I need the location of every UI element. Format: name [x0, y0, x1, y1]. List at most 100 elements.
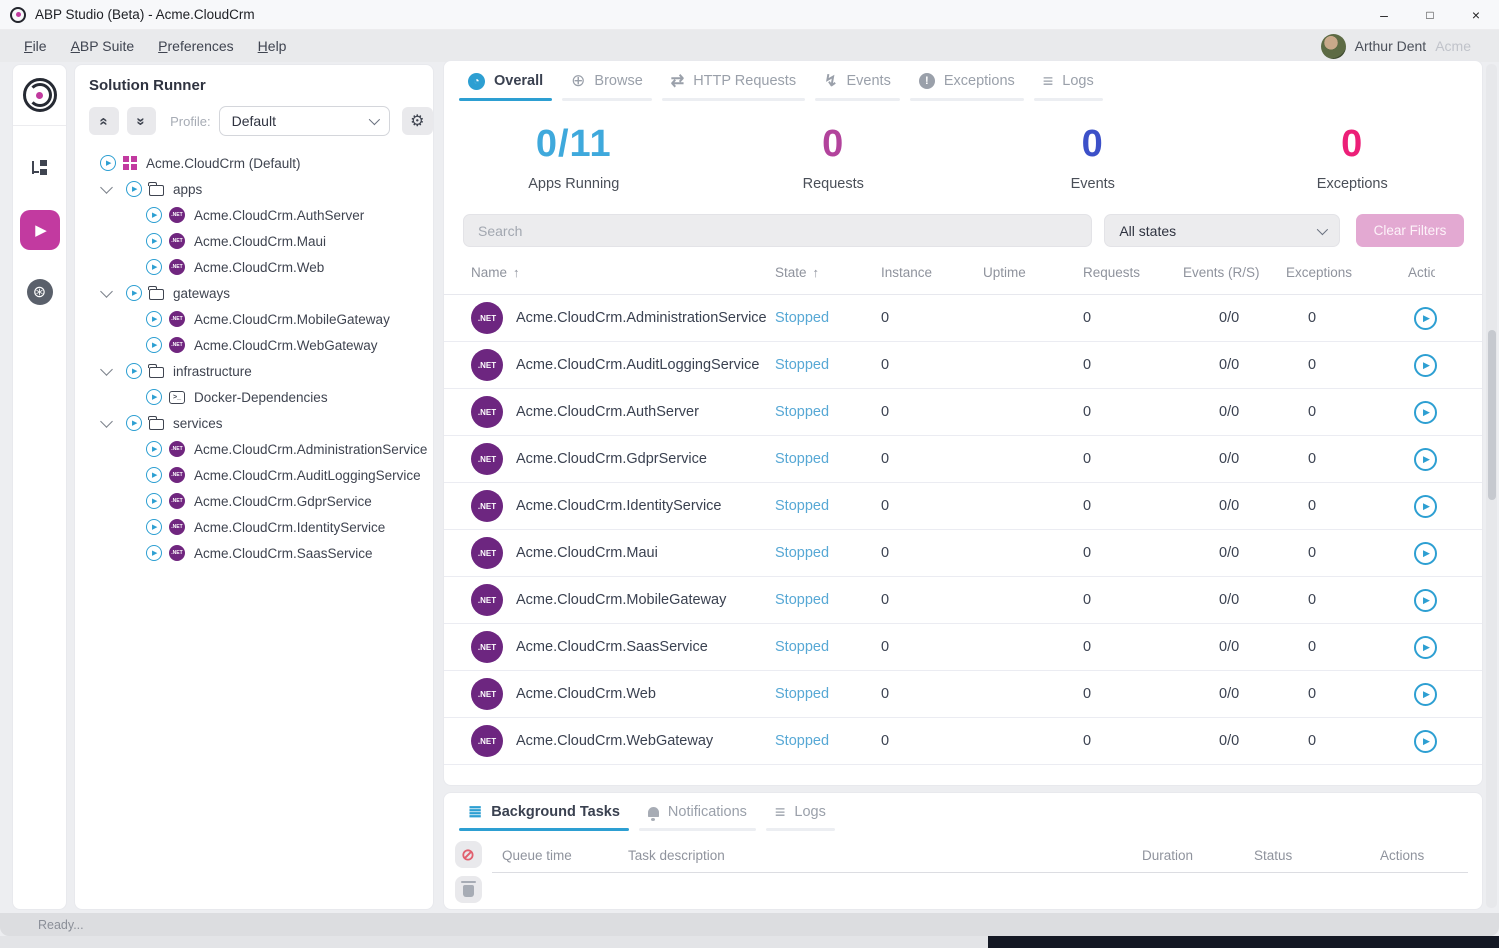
tree-item-acme-cloudcrm-auditloggingservice[interactable]: Acme.CloudCrm.AuditLoggingService — [89, 462, 433, 488]
filter-row: All states Clear Filters — [463, 214, 1464, 247]
menu-preferences[interactable]: Preferences — [158, 38, 234, 54]
collapse-all-button[interactable] — [89, 107, 119, 135]
menu-help[interactable]: Help — [258, 38, 287, 54]
column-instance[interactable]: Instance — [881, 265, 983, 280]
minimize-button[interactable]: – — [1361, 0, 1407, 29]
scrollbar-thumb[interactable] — [1488, 330, 1496, 500]
kubernetes-button[interactable] — [20, 272, 60, 312]
service-instance: 0 — [881, 733, 983, 749]
start-service-button[interactable] — [1414, 542, 1437, 565]
play-circle-icon[interactable] — [126, 181, 142, 197]
play-circle-icon[interactable] — [146, 233, 162, 249]
menu-abp-suite[interactable]: ABP Suite — [71, 38, 135, 54]
maximize-button[interactable]: □ — [1407, 0, 1453, 29]
tasks-table: Queue time Task description Duration Sta… — [492, 839, 1468, 903]
play-circle-icon[interactable] — [126, 415, 142, 431]
tab-logs[interactable]: Logs — [1029, 61, 1108, 101]
profile-value: Default — [232, 113, 276, 129]
start-service-button[interactable] — [1414, 307, 1437, 330]
solution-runner-button[interactable] — [20, 210, 60, 250]
start-service-button[interactable] — [1414, 495, 1437, 518]
service-row-acme-cloudcrm-webgateway[interactable]: Acme.CloudCrm.WebGateway Stopped 0 0 0/0… — [444, 718, 1482, 765]
tree-item-docker-dependencies[interactable]: Docker-Dependencies — [89, 384, 433, 410]
play-circle-icon[interactable] — [146, 389, 162, 405]
clear-filters-button[interactable]: Clear Filters — [1356, 214, 1464, 247]
tree-item-apps[interactable]: apps — [89, 176, 433, 202]
column-requests[interactable]: Requests — [1083, 265, 1183, 280]
tab-background-tasks[interactable]: Background Tasks — [454, 793, 634, 831]
tree-item-acme-cloudcrm-maui[interactable]: Acme.CloudCrm.Maui — [89, 228, 433, 254]
chevron-down-icon[interactable] — [100, 363, 113, 376]
service-row-acme-cloudcrm-authserver[interactable]: Acme.CloudCrm.AuthServer Stopped 0 0 0/0… — [444, 389, 1482, 436]
service-row-acme-cloudcrm-web[interactable]: Acme.CloudCrm.Web Stopped 0 0 0/0 0 — [444, 671, 1482, 718]
play-circle-icon[interactable] — [146, 441, 162, 457]
expand-all-button[interactable] — [127, 107, 157, 135]
service-row-acme-cloudcrm-gdprservice[interactable]: Acme.CloudCrm.GdprService Stopped 0 0 0/… — [444, 436, 1482, 483]
chevron-down-icon[interactable] — [100, 285, 113, 298]
column-events[interactable]: Events (R/S) — [1183, 265, 1286, 280]
play-circle-icon[interactable] — [146, 337, 162, 353]
service-row-acme-cloudcrm-identityservice[interactable]: Acme.CloudCrm.IdentityService Stopped 0 … — [444, 483, 1482, 530]
vertical-scrollbar[interactable] — [1486, 64, 1497, 908]
tree-item-acme-cloudcrm-web[interactable]: Acme.CloudCrm.Web — [89, 254, 433, 280]
tab-http-requests[interactable]: HTTP Requests — [657, 61, 810, 101]
service-row-acme-cloudcrm-auditloggingservice[interactable]: Acme.CloudCrm.AuditLoggingService Stoppe… — [444, 342, 1482, 389]
tab-notifications[interactable]: Notifications — [634, 793, 761, 831]
column-state[interactable]: State — [775, 265, 881, 280]
tab-logs[interactable]: Logs — [761, 793, 840, 831]
tree-item-acme-cloudcrm-administrationservice[interactable]: Acme.CloudCrm.AdministrationService — [89, 436, 433, 462]
start-service-button[interactable] — [1414, 354, 1437, 377]
column-name[interactable]: Name — [471, 265, 775, 280]
start-service-button[interactable] — [1414, 401, 1437, 424]
tab-events[interactable]: Events — [810, 61, 905, 101]
tab-exceptions[interactable]: Exceptions — [905, 61, 1029, 101]
tree-item-acme-cloudcrm-authserver[interactable]: Acme.CloudCrm.AuthServer — [89, 202, 433, 228]
clear-tasks-button[interactable] — [455, 876, 482, 903]
start-service-button[interactable] — [1414, 589, 1437, 612]
column-actions[interactable]: Actions — [1408, 265, 1464, 280]
stat-requests: 0 Requests — [704, 123, 964, 192]
profile-settings-button[interactable] — [402, 107, 433, 135]
chevron-down-icon[interactable] — [100, 181, 113, 194]
tab-overall[interactable]: Overall — [454, 61, 557, 101]
play-circle-icon[interactable] — [146, 493, 162, 509]
play-circle-icon[interactable] — [146, 207, 162, 223]
tree-item-acme-cloudcrm-default[interactable]: Acme.CloudCrm (Default) — [89, 150, 433, 176]
profile-select[interactable]: Default — [219, 106, 390, 136]
play-circle-icon[interactable] — [146, 467, 162, 483]
start-service-button[interactable] — [1414, 636, 1437, 659]
solution-explorer-button[interactable] — [20, 148, 60, 188]
tree-item-acme-cloudcrm-identityservice[interactable]: Acme.CloudCrm.IdentityService — [89, 514, 433, 540]
service-row-acme-cloudcrm-maui[interactable]: Acme.CloudCrm.Maui Stopped 0 0 0/0 0 — [444, 530, 1482, 577]
play-circle-icon[interactable] — [126, 285, 142, 301]
tab-browse[interactable]: Browse — [557, 61, 657, 101]
column-exceptions[interactable]: Exceptions — [1286, 265, 1408, 280]
user-menu[interactable]: Arthur Dent Acme — [1321, 34, 1471, 59]
chevron-down-icon[interactable] — [100, 415, 113, 428]
tree-item-acme-cloudcrm-gdprservice[interactable]: Acme.CloudCrm.GdprService — [89, 488, 433, 514]
play-circle-icon[interactable] — [146, 519, 162, 535]
close-button[interactable]: × — [1453, 0, 1499, 29]
tree-item-acme-cloudcrm-mobilegateway[interactable]: Acme.CloudCrm.MobileGateway — [89, 306, 433, 332]
play-circle-icon[interactable] — [146, 311, 162, 327]
tree-item-infrastructure[interactable]: infrastructure — [89, 358, 433, 384]
tree-item-acme-cloudcrm-saasservice[interactable]: Acme.CloudCrm.SaasService — [89, 540, 433, 566]
state-filter-select[interactable]: All states — [1104, 214, 1340, 247]
play-circle-icon[interactable] — [100, 155, 116, 171]
menu-file[interactable]: File — [24, 38, 47, 54]
service-row-acme-cloudcrm-mobilegateway[interactable]: Acme.CloudCrm.MobileGateway Stopped 0 0 … — [444, 577, 1482, 624]
tree-item-acme-cloudcrm-webgateway[interactable]: Acme.CloudCrm.WebGateway — [89, 332, 433, 358]
tree-item-services[interactable]: services — [89, 410, 433, 436]
cancel-tasks-button[interactable] — [455, 841, 482, 868]
service-row-acme-cloudcrm-administrationservice[interactable]: Acme.CloudCrm.AdministrationService Stop… — [444, 295, 1482, 342]
play-circle-icon[interactable] — [146, 545, 162, 561]
column-uptime[interactable]: Uptime — [983, 265, 1083, 280]
service-row-acme-cloudcrm-saasservice[interactable]: Acme.CloudCrm.SaasService Stopped 0 0 0/… — [444, 624, 1482, 671]
search-input[interactable] — [463, 214, 1092, 247]
play-circle-icon[interactable] — [126, 363, 142, 379]
start-service-button[interactable] — [1414, 683, 1437, 706]
play-circle-icon[interactable] — [146, 259, 162, 275]
tree-item-gateways[interactable]: gateways — [89, 280, 433, 306]
start-service-button[interactable] — [1414, 448, 1437, 471]
start-service-button[interactable] — [1414, 730, 1437, 753]
